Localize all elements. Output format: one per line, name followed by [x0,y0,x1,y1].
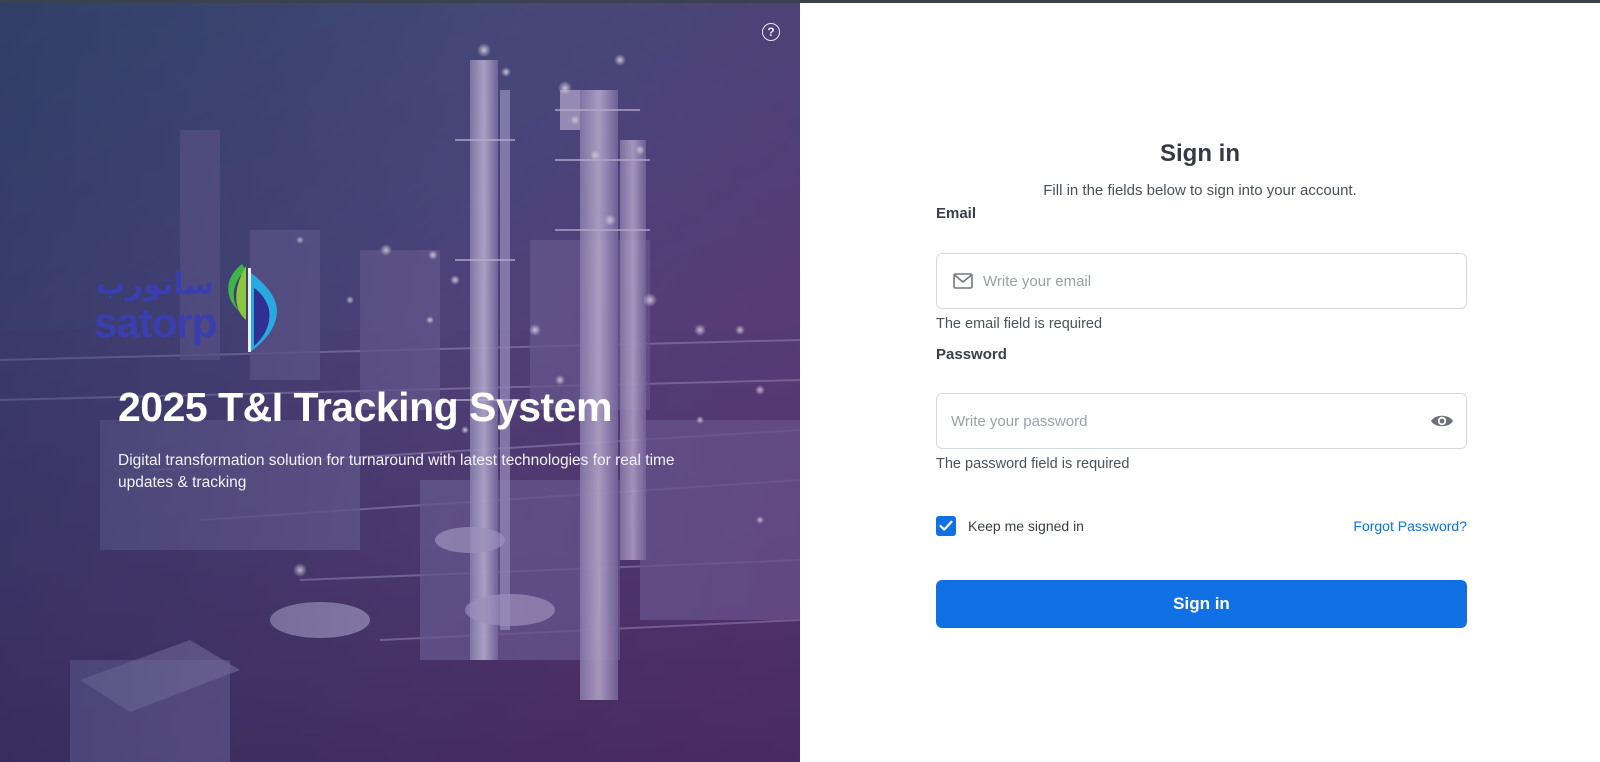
keep-signed-in-label[interactable]: Keep me signed in [968,518,1084,534]
satorp-logo: ساتورب satorp [94,262,294,362]
signin-title: Sign in [1160,140,1240,167]
top-border [0,0,1600,3]
password-error: The password field is required [936,456,1130,472]
signin-subtitle: Fill in the fields below to sign into yo… [1043,182,1357,199]
hero-description: Digital transformation solution for turn… [118,452,675,491]
hero-title: 2025 T&I Tracking System [118,384,612,430]
check-icon [939,520,953,531]
email-label: Email [936,205,977,222]
password-label: Password [936,346,1007,363]
forgot-password-link[interactable]: Forgot Password? [1280,518,1467,534]
help-icon[interactable]: ? [762,23,780,41]
logo-arabic-text: ساتورب [95,267,214,302]
email-error: The email field is required [936,316,1103,332]
email-input[interactable] [983,254,1466,308]
signin-panel: Sign in Fill in the fields below to sign… [800,0,1600,762]
keep-signed-in-checkbox[interactable] [936,516,956,536]
eye-icon[interactable] [1430,412,1454,430]
password-input[interactable] [951,394,1430,448]
signin-button[interactable]: Sign in [936,580,1467,628]
email-field[interactable] [936,253,1467,309]
logo-latin-text: satorp [94,299,217,346]
hero-gradient-overlay [0,0,800,762]
logo-mark-icon [228,264,277,352]
hero-panel: ? ساتورب satorp 2025 T&I Tracking System… [0,0,800,762]
password-field[interactable] [936,393,1467,449]
mail-icon [953,273,973,289]
